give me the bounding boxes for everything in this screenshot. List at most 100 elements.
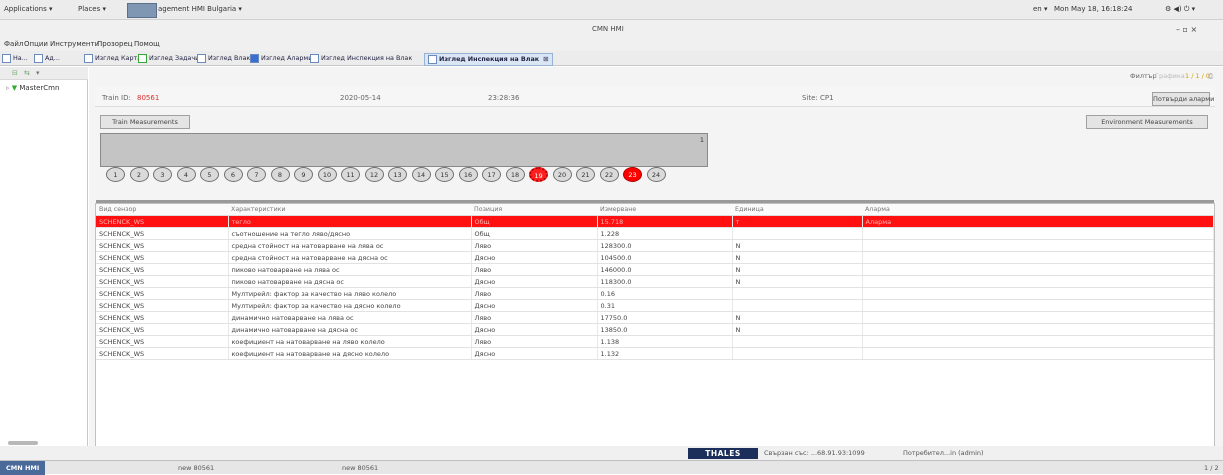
axle-11[interactable]: 11	[341, 167, 360, 182]
table-cell: SCHENCK_WS	[96, 299, 229, 312]
collapse-icon[interactable]: ⊟	[12, 69, 18, 77]
status-bar: Свързан със: ...68.91.93:1099 Потребител…	[0, 446, 1223, 460]
table-row[interactable]: SCHENCK_WS Мултирейл: фактор за качество …	[96, 299, 1214, 312]
column-header-sensor[interactable]: Вид сензор	[96, 204, 228, 216]
table-cell	[862, 239, 1214, 252]
column-header-alarm[interactable]: Аларма	[862, 204, 1214, 216]
language-indicator[interactable]: en ▾	[1033, 5, 1047, 13]
axle-4[interactable]: 4	[176, 167, 196, 182]
table-cell	[862, 287, 1214, 300]
connection-status: Свързан със: ...68.91.93:1099	[764, 449, 865, 457]
filter-label[interactable]: Филтър	[1130, 72, 1156, 80]
expand-icon[interactable]: ▹	[6, 84, 10, 92]
taskbar-item-1[interactable]: new 80561	[178, 464, 214, 472]
tab-map-view[interactable]: Изглед Карта	[84, 53, 141, 64]
axle-8[interactable]: 8	[270, 167, 290, 182]
axle-19[interactable]: 19	[529, 167, 548, 182]
axle-18[interactable]: 18	[505, 167, 525, 182]
menu-file[interactable]: Файл	[4, 40, 23, 48]
graphs-label[interactable]: Графика	[1155, 72, 1185, 80]
axle-1[interactable]: 1	[106, 167, 125, 182]
close-tab-icon[interactable]: ⊠	[543, 55, 548, 63]
table-row[interactable]: SCHENCK_WS Мултирейл: фактор за качество …	[96, 287, 1214, 300]
view-menu-icon[interactable]: ▾	[36, 69, 40, 77]
table-row[interactable]: SCHENCK_WS съотношение на тегло ляво/дясн…	[96, 227, 1214, 240]
window-list-title[interactable]: agement HMI Bulgaria ▾	[158, 5, 242, 13]
table-row[interactable]: SCHENCK_WS пиково натоварване на лява ос Л…	[96, 263, 1214, 276]
axle-12[interactable]: 12	[364, 167, 384, 182]
column-header-unit[interactable]: Единица	[732, 204, 862, 216]
menu-window[interactable]: Прозорец	[97, 40, 133, 48]
axle-22[interactable]: 22	[599, 167, 619, 182]
tab-train-view[interactable]: Изглед Влак	[197, 53, 250, 64]
link-icon[interactable]: ⇆	[24, 69, 30, 77]
table-row[interactable]: SCHENCK_WS динамично натоварване на лява …	[96, 311, 1214, 324]
tab-train-inspection-view-active[interactable]: Изглед Инспекция на Влак ⊠	[424, 53, 553, 66]
axle-3[interactable]: 3	[153, 167, 172, 182]
table-cell: тегло	[228, 215, 472, 228]
site-label: Site: CP1	[802, 94, 834, 102]
navigation-panel	[0, 67, 88, 460]
table-row[interactable]: SCHENCK_WS средна стойност на натоварване…	[96, 239, 1214, 252]
clock[interactable]: Mon May 18, 16:18:24	[1054, 5, 1132, 13]
menu-tools[interactable]: Инструменти	[50, 40, 99, 48]
left-tab-address[interactable]: Ад...	[34, 53, 60, 64]
axle-10[interactable]: 10	[317, 167, 337, 182]
window-controls[interactable]: – ▫ ×	[1176, 25, 1197, 34]
tree-root-item[interactable]: ▹ ▼ MasterCmn	[6, 84, 59, 92]
axle-6[interactable]: 6	[223, 167, 243, 182]
print-icon[interactable]: ⎙	[1208, 72, 1213, 81]
axle-9[interactable]: 9	[294, 167, 313, 182]
confirm-alarms-button[interactable]: Потвърди аларми	[1152, 92, 1214, 106]
axle-17[interactable]: 17	[482, 167, 501, 182]
axle-23[interactable]: 23	[623, 167, 642, 182]
axle-2[interactable]: 2	[129, 167, 149, 182]
axle-7[interactable]: 7	[247, 167, 266, 182]
table-cell: 1.228	[597, 227, 733, 240]
column-header-position[interactable]: Позиция	[471, 204, 597, 216]
table-cell	[862, 347, 1214, 360]
table-row[interactable]: SCHENCK_WS пиково натоварване на дясна ос…	[96, 275, 1214, 288]
table-row[interactable]: SCHENCK_WS коефициент на натоварване на л…	[96, 335, 1214, 348]
table-cell: Аларма	[862, 215, 1214, 228]
axle-16[interactable]: 16	[458, 167, 478, 182]
table-row[interactable]: SCHENCK_WS тегло Общ 15.718 т Аларма	[96, 215, 1214, 228]
workspace-pager[interactable]: 1 / 2	[1204, 464, 1219, 472]
left-tab-navigation[interactable]: На...	[2, 53, 28, 64]
applications-menu[interactable]: Applications ▾	[4, 5, 53, 13]
taskbar-item-2[interactable]: new 80561	[342, 464, 378, 472]
tab-train-inspection-view-1[interactable]: Изглед Инспекция на Влак	[310, 53, 412, 64]
horizontal-scrollbar[interactable]	[8, 441, 38, 445]
menu-options[interactable]: Опции	[24, 40, 48, 48]
table-cell	[862, 227, 1214, 240]
axle-24[interactable]: 24	[646, 167, 666, 182]
table-cell: Мултирейл: фактор за качество на дясно к…	[228, 299, 472, 312]
axle-20[interactable]: 20	[552, 167, 572, 182]
wagon-bar[interactable]: 1	[100, 133, 708, 167]
tab-tasks-view[interactable]: Изглед Задачи	[138, 53, 199, 64]
axle-14[interactable]: 14	[411, 167, 431, 182]
axle-21[interactable]: 21	[576, 167, 595, 182]
axle-15[interactable]: 15	[435, 167, 454, 182]
system-tray-icons[interactable]: ⚙ ◀) ⏻ ▾	[1165, 5, 1195, 14]
axle-5[interactable]: 5	[200, 167, 219, 182]
places-menu[interactable]: Places ▾	[78, 5, 106, 13]
table-row[interactable]: SCHENCK_WS коефициент на натоварване на д…	[96, 347, 1214, 360]
filter-tree-icon: ▼	[11, 84, 18, 92]
table-cell: т	[732, 215, 863, 228]
taskbar-app-button[interactable]: CMN HMI	[0, 461, 46, 475]
axle-13[interactable]: 13	[388, 167, 407, 182]
menu-bar: Файл Опции Инструменти Прозорец Помощ	[0, 37, 1223, 51]
tab-alarms-view[interactable]: Изглед Аларми	[250, 53, 312, 64]
wagon-number: 1	[699, 136, 704, 144]
table-cell: SCHENCK_WS	[96, 311, 229, 324]
train-measurements-button[interactable]: Train Measurements	[100, 115, 190, 129]
column-header-measurement[interactable]: Измерване	[597, 204, 732, 216]
column-header-characteristic[interactable]: Характеристики	[228, 204, 471, 216]
table-row[interactable]: SCHENCK_WS средна стойност на натоварване…	[96, 251, 1214, 264]
table-cell: SCHENCK_WS	[96, 251, 229, 264]
window-thumbnail-icon[interactable]	[127, 3, 157, 18]
environment-measurements-button[interactable]: Environment Measurements	[1086, 115, 1208, 129]
table-row[interactable]: SCHENCK_WS динамично натоварване на дясна…	[96, 323, 1214, 336]
menu-help[interactable]: Помощ	[134, 40, 160, 48]
